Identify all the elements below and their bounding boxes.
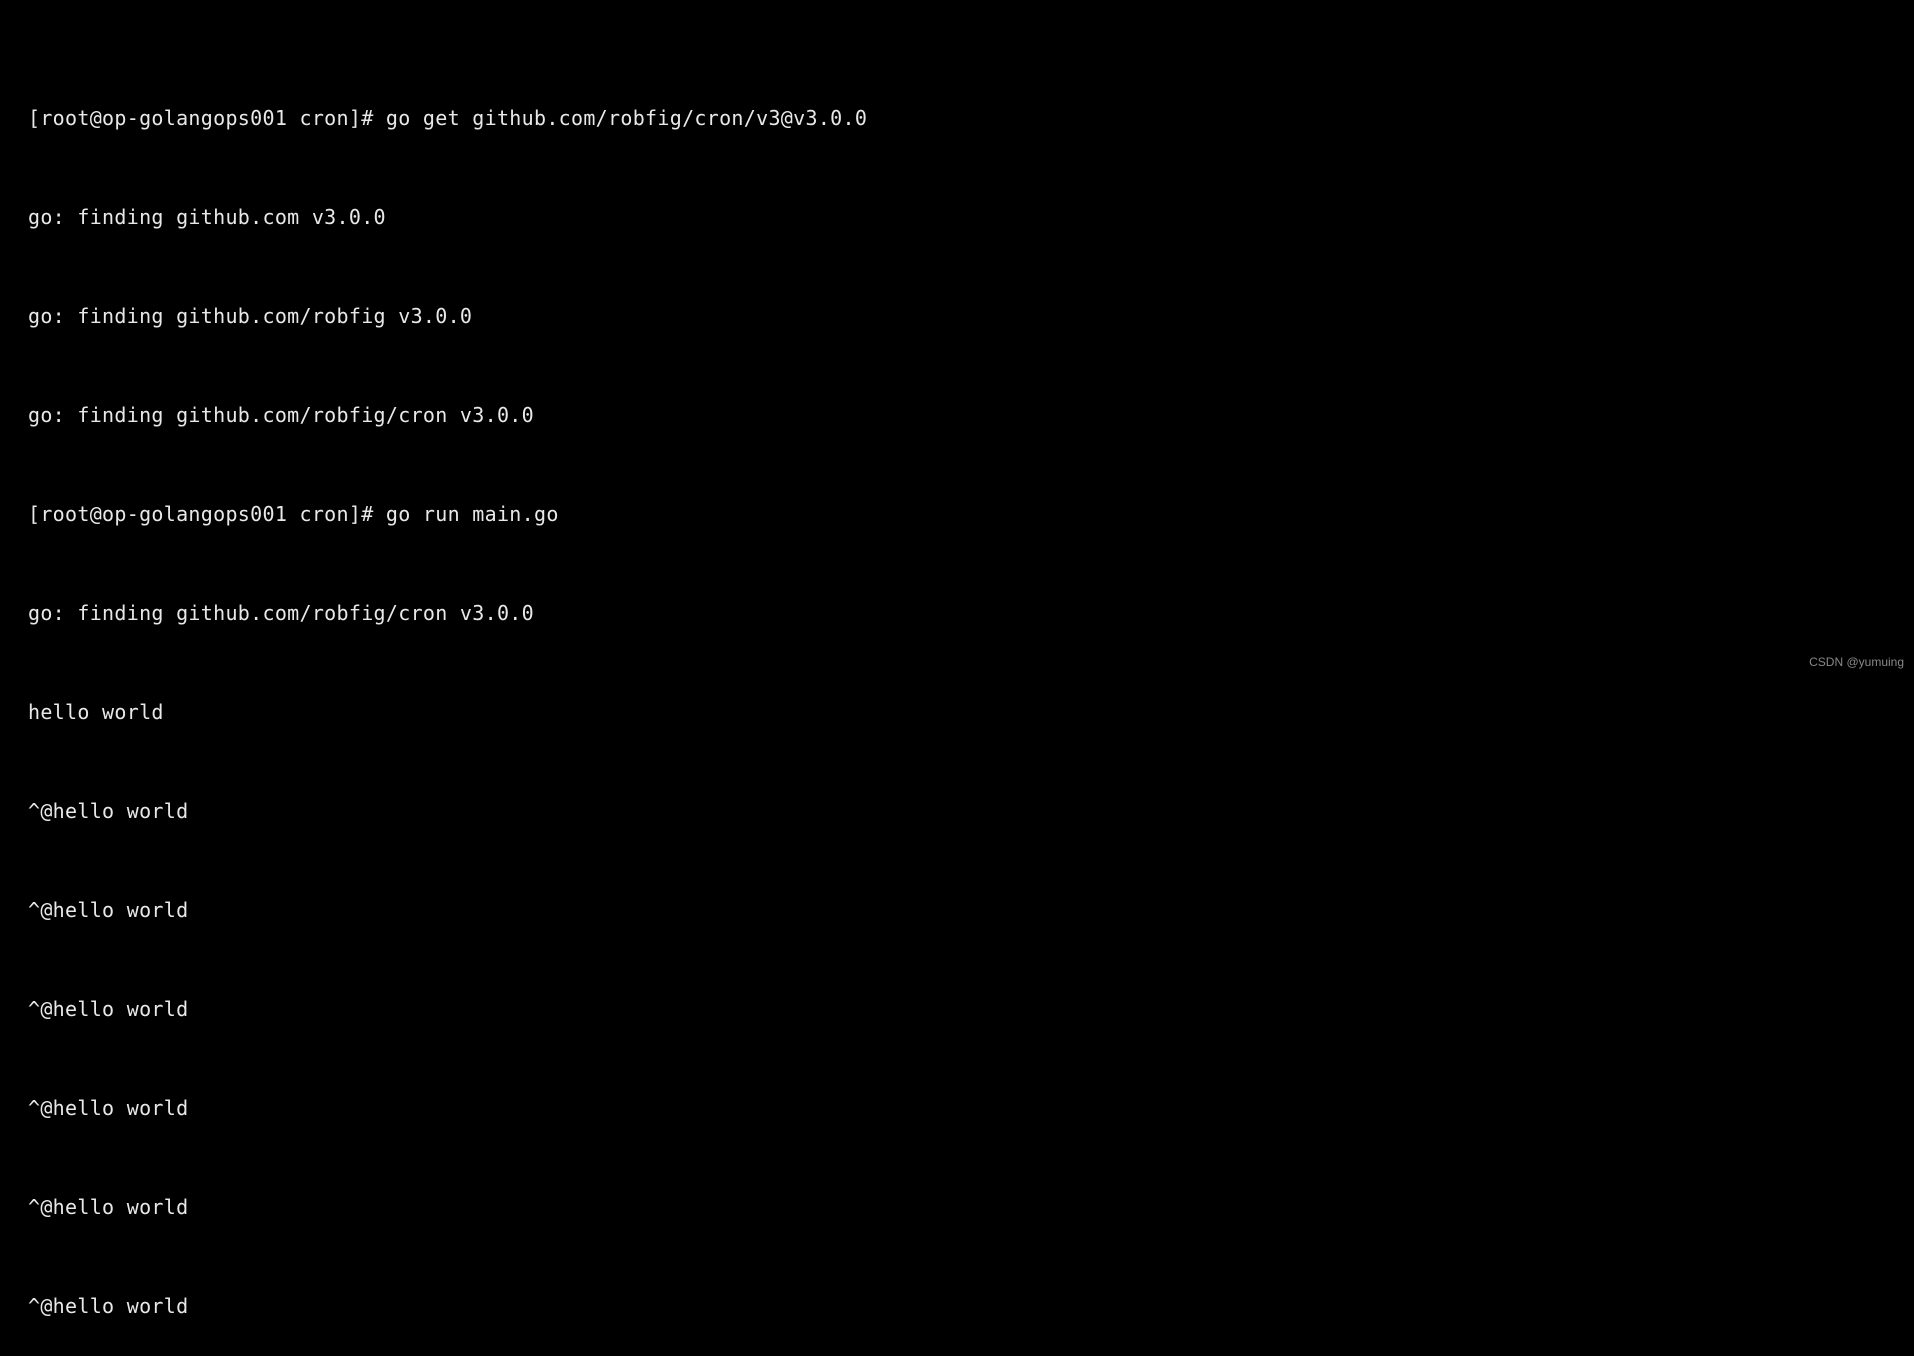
terminal-line: [root@op-golangops001 cron]# go get gith… xyxy=(28,102,1886,135)
terminal-line: ^@hello world xyxy=(28,894,1886,927)
terminal-line: [root@op-golangops001 cron]# go run main… xyxy=(28,498,1886,531)
terminal-line: hello world xyxy=(28,696,1886,729)
watermark-text: CSDN @yumuing xyxy=(1809,653,1904,673)
terminal-output[interactable]: [root@op-golangops001 cron]# go get gith… xyxy=(0,0,1914,1356)
terminal-line: go: finding github.com v3.0.0 xyxy=(28,201,1886,234)
terminal-line: ^@hello world xyxy=(28,1191,1886,1224)
terminal-line: ^@hello world xyxy=(28,993,1886,1026)
terminal-line: go: finding github.com/robfig v3.0.0 xyxy=(28,300,1886,333)
terminal-line: ^@hello world xyxy=(28,1290,1886,1323)
terminal-line: go: finding github.com/robfig/cron v3.0.… xyxy=(28,597,1886,630)
terminal-line: ^@hello world xyxy=(28,795,1886,828)
terminal-line: go: finding github.com/robfig/cron v3.0.… xyxy=(28,399,1886,432)
terminal-line: ^@hello world xyxy=(28,1092,1886,1125)
